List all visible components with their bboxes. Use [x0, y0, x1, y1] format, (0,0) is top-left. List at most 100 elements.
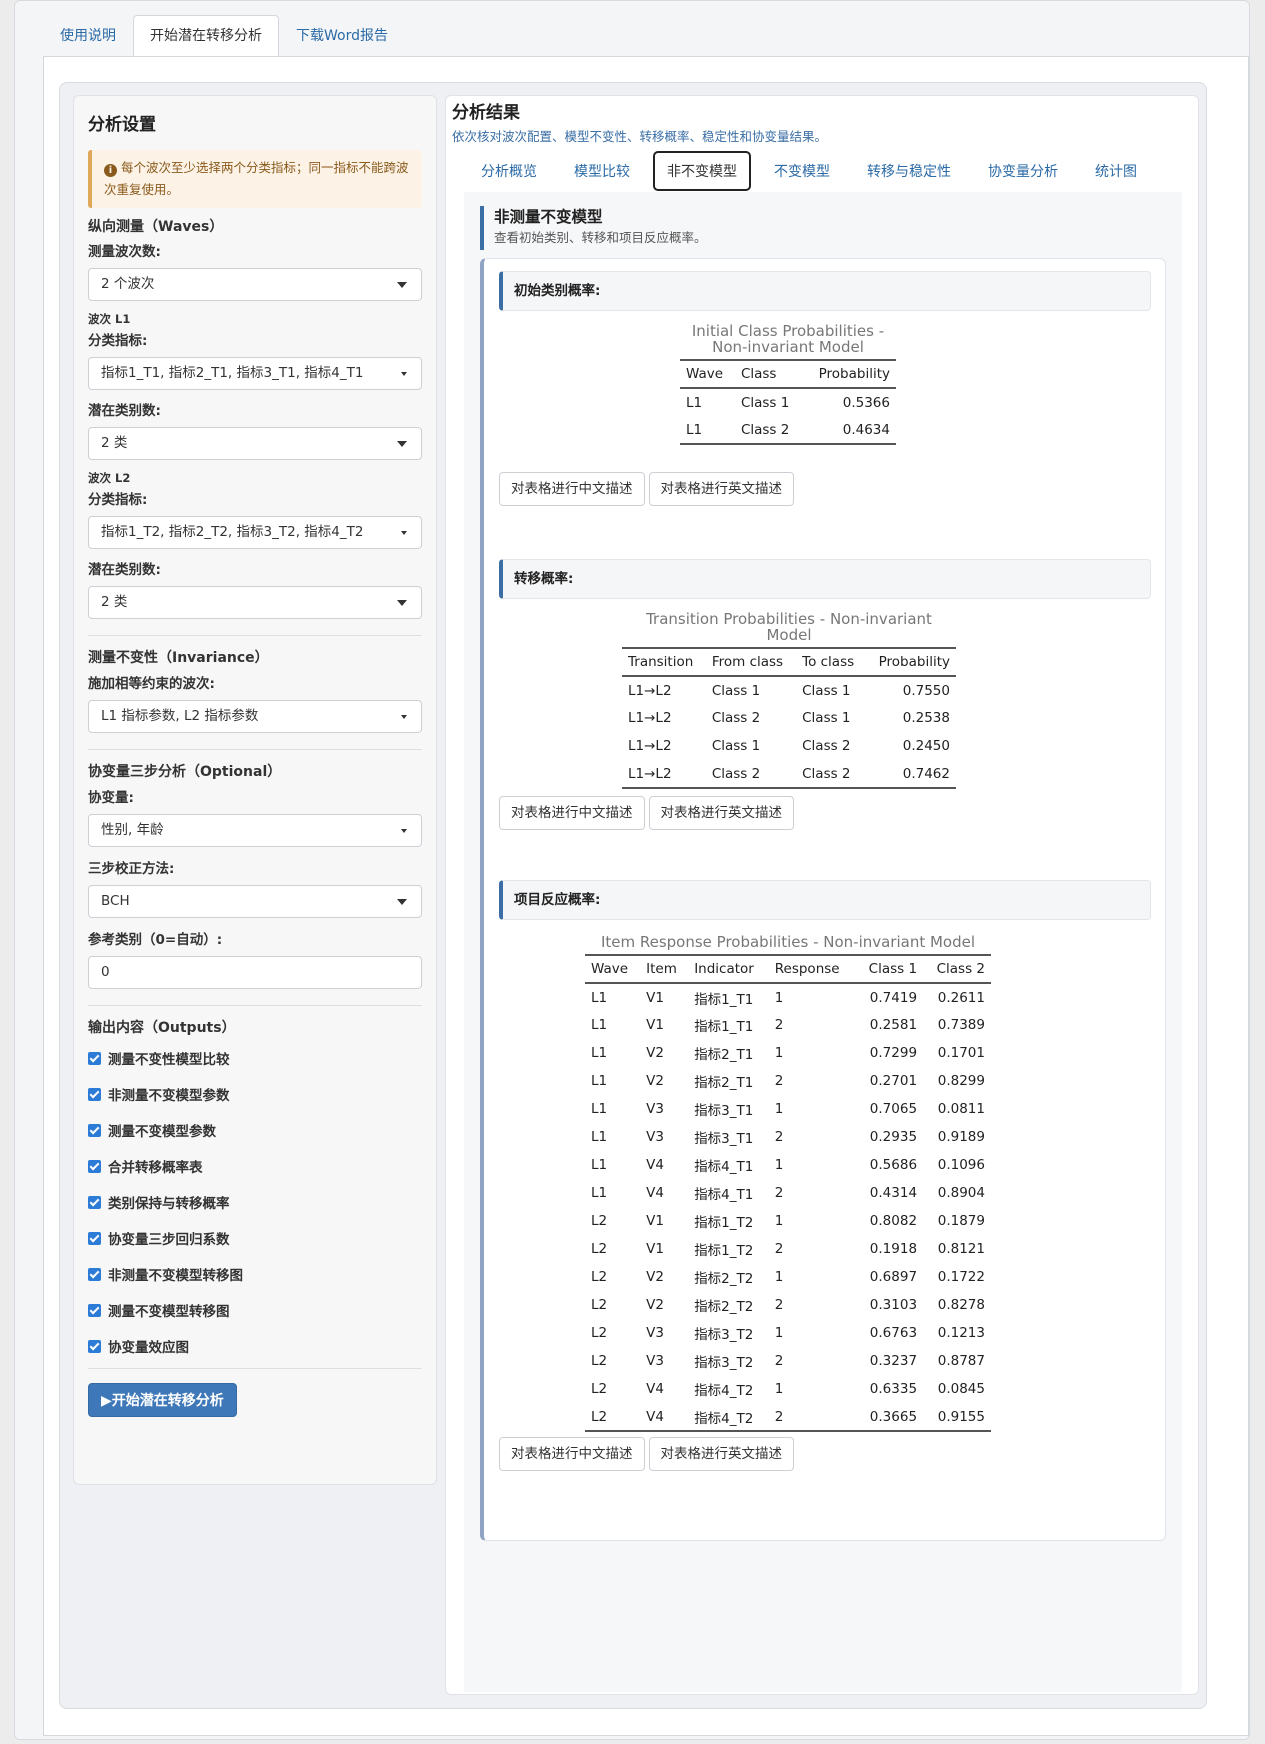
checkbox-checked-icon[interactable]: [88, 1195, 101, 1209]
output-checkbox-label: 测量不变模型参数: [108, 1124, 216, 1140]
wave2-title: 波次 L2: [88, 471, 131, 485]
invariance-select[interactable]: L1 指标参数, L2 指标参数: [88, 700, 422, 733]
table-cell: Class 1: [802, 682, 851, 699]
tab-transition-stability[interactable]: 转移与稳定性: [853, 151, 965, 191]
tab-model-comparison[interactable]: 模型比较: [560, 151, 644, 191]
wave2-indicators-select[interactable]: 指标1_T2, 指标2_T2, 指标3_T2, 指标4_T2: [88, 516, 422, 549]
table-cell: V2: [646, 1297, 664, 1313]
table-cell: 0.3103: [869, 1297, 918, 1313]
main-tabs: 使用说明 开始潜在转移分析 下载Word报告: [43, 15, 405, 57]
table-cell: V1: [646, 1241, 664, 1257]
output-checkbox-row[interactable]: 协变量三步回归系数: [88, 1220, 422, 1256]
table-cell: L1→L2: [628, 710, 672, 726]
table-cell: V4: [646, 1185, 664, 1201]
noninvariant-tab-pane: 非测量不变模型 查看初始类别、转移和项目反应概率。 初始类别概率: Initia…: [464, 192, 1182, 1692]
table-cell: Class 2: [711, 710, 761, 726]
invariance-section-title: 测量不变性（Invariance）: [88, 650, 269, 666]
table-row: L1 V4 指标4_T1 1 0.5686 0.1096: [585, 1151, 991, 1179]
table-row: L1 Class 1 0.5366: [680, 388, 896, 416]
table-cell: 指标4_T1: [694, 1159, 754, 1175]
table-cell: 0.7462: [902, 765, 950, 782]
table-cell: V2: [646, 1269, 664, 1285]
tab-start-analysis[interactable]: 开始潜在转移分析: [133, 15, 279, 57]
output-checkbox-row[interactable]: 测量不变模型参数: [88, 1112, 422, 1148]
tab-overview[interactable]: 分析概览: [467, 151, 551, 191]
wave1-classes-select[interactable]: 2 类: [88, 427, 422, 460]
describe-en-button[interactable]: 对表格进行英文描述: [648, 472, 794, 506]
output-checkbox-row[interactable]: 协变量效应图: [88, 1328, 422, 1364]
table-cell: 0.0811: [937, 1101, 985, 1117]
output-checkbox-row[interactable]: 类别保持与转移概率: [88, 1184, 422, 1220]
pane-title: 非测量不变模型: [494, 208, 603, 226]
table-cell: 0.6335: [869, 1381, 918, 1397]
describe-en-button[interactable]: 对表格进行英文描述: [648, 1437, 794, 1471]
describe-cn-button[interactable]: 对表格进行中文描述: [499, 1437, 645, 1471]
table-cell: 1: [774, 1269, 784, 1285]
wave2-indicators-label: 分类指标:: [88, 492, 148, 508]
checkbox-checked-icon[interactable]: [88, 1267, 101, 1281]
table-cell: 1: [774, 1157, 784, 1173]
covariate-label: 协变量:: [88, 790, 134, 806]
item-probs-header: 项目反应概率:: [499, 880, 1151, 920]
wave1-indicators-select[interactable]: 指标1_T1, 指标2_T1, 指标3_T1, 指标4_T1: [88, 357, 422, 390]
table-cell: 2: [774, 1408, 784, 1425]
wave2-classes-label: 潜在类别数:: [88, 562, 161, 578]
describe-cn-button[interactable]: 对表格进行中文描述: [499, 796, 645, 830]
output-checkbox-row[interactable]: 测量不变性模型比较: [88, 1040, 422, 1076]
transition-probs-table-wrap: Transition Probabilities - Non-invariant…: [622, 611, 956, 789]
describe-en-button[interactable]: 对表格进行英文描述: [648, 796, 794, 830]
table-cell: L1: [591, 1185, 608, 1201]
checkbox-checked-icon[interactable]: [88, 1159, 101, 1173]
tab-invariant-model[interactable]: 不变模型: [760, 151, 844, 191]
table-cell: 0.6897: [869, 1269, 918, 1285]
checkbox-checked-icon[interactable]: [88, 1087, 101, 1101]
table-cell: Class 1: [711, 738, 761, 754]
item-desc-buttons: 对表格进行中文描述 对表格进行英文描述: [499, 1437, 794, 1471]
table-row: L2 V3 指标3_T2 2 0.3237 0.8787: [585, 1347, 991, 1375]
table-cell: 0.5686: [869, 1157, 918, 1173]
wave-count-label: 测量波次数:: [88, 244, 161, 260]
initial-probs-table: Wave Class Probability L1 Class 1 0.5366 L1 Cl…: [680, 359, 896, 445]
output-checkbox-row[interactable]: 非测量不变模型转移图: [88, 1256, 422, 1292]
wave2-classes-select[interactable]: 2 类: [88, 586, 422, 619]
checkbox-checked-icon[interactable]: [88, 1123, 101, 1137]
describe-cn-button[interactable]: 对表格进行中文描述: [499, 472, 645, 506]
covariate-select[interactable]: 性别, 年龄: [88, 814, 422, 847]
table-cell: 0.7065: [869, 1101, 918, 1117]
reference-label: 参考类别（0=自动）:: [88, 932, 223, 948]
wave-count-value: 2 个波次: [101, 276, 155, 292]
tab-noninvariant-model[interactable]: 非不变模型: [653, 151, 751, 191]
table-cell: 指标3_T1: [694, 1131, 754, 1147]
table-cell: 指标3_T1: [694, 1103, 754, 1119]
chevron-down-icon: [397, 600, 407, 606]
tab-download-word[interactable]: 下载Word报告: [279, 15, 405, 57]
output-checkbox-row[interactable]: 非测量不变模型参数: [88, 1076, 422, 1112]
checkbox-checked-icon[interactable]: [88, 1051, 101, 1065]
table-row: L2 V3 指标3_T2 1 0.6763 0.1213: [585, 1319, 991, 1347]
output-checkbox-row[interactable]: 合并转移概率表: [88, 1148, 422, 1184]
table-cell: L1→L2: [628, 765, 672, 782]
tab-instructions[interactable]: 使用说明: [43, 15, 133, 57]
table-cell: 0.6763: [869, 1325, 918, 1341]
output-checkbox-row[interactable]: 测量不变模型转移图: [88, 1292, 422, 1328]
table-cell: L1: [591, 1045, 608, 1061]
table-cell: 指标2_T2: [694, 1299, 754, 1315]
table-cell: 0.1213: [937, 1325, 985, 1341]
correction-select[interactable]: BCH: [88, 885, 422, 918]
run-analysis-button[interactable]: ▶开始潜在转移分析: [88, 1383, 237, 1417]
table-cell: 0.8082: [869, 1213, 918, 1229]
table-cell: Class 2: [740, 421, 790, 438]
table-cell: 0.1918: [869, 1241, 918, 1257]
table-cell: 指标3_T2: [694, 1327, 754, 1343]
table-cell: 0.7550: [902, 682, 950, 699]
checkbox-checked-icon[interactable]: [88, 1231, 101, 1245]
tab-covariate-analysis[interactable]: 协变量分析: [974, 151, 1072, 191]
table-cell: 0.9189: [937, 1129, 985, 1145]
tab-statistical-plots[interactable]: 统计图: [1081, 151, 1151, 191]
table-row: L1 V3 指标3_T1 2 0.2935 0.9189: [585, 1123, 991, 1151]
checkbox-checked-icon[interactable]: [88, 1303, 101, 1317]
item-probs-table: Wave Item Indicator Response Class 1 Class 2 …: [585, 954, 991, 1432]
wave-count-select[interactable]: 2 个波次: [88, 268, 422, 301]
reference-input[interactable]: 0: [88, 956, 422, 989]
checkbox-checked-icon[interactable]: [88, 1339, 101, 1353]
